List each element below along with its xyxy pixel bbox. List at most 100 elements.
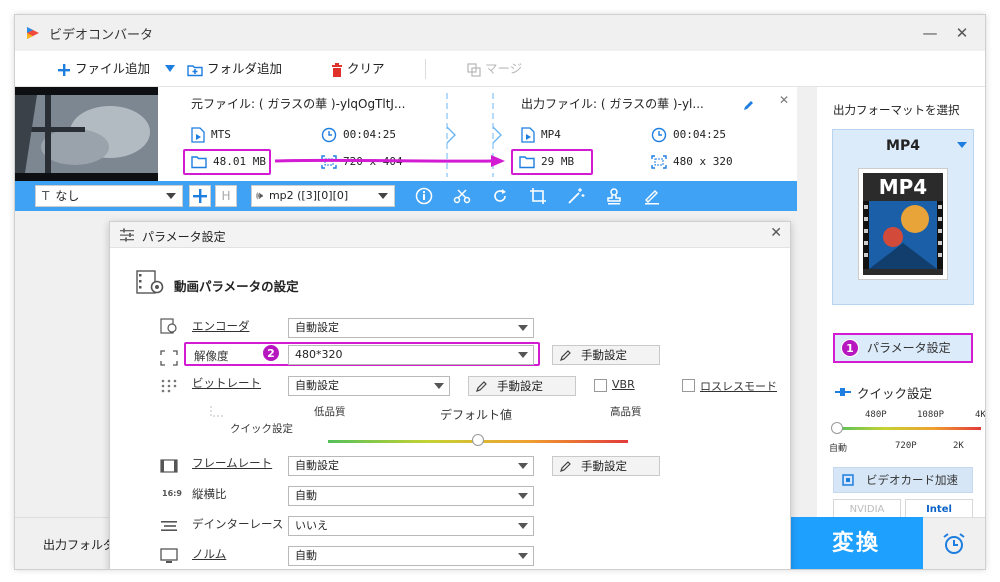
bitrate-label: ビットレート: [192, 376, 261, 390]
video-settings-icon: [136, 270, 164, 294]
remove-file-button[interactable]: ✕: [779, 93, 789, 107]
bitrate-value: 自動設定: [295, 379, 339, 392]
size-reduction-arrow: [274, 155, 505, 167]
audio-track-select[interactable]: 🕪 mp2 ([3][0][0]: [251, 185, 395, 207]
dialog-close-button[interactable]: ✕: [770, 225, 782, 241]
quick-settings-title: クイック設定: [857, 386, 933, 401]
framerate-select[interactable]: 自動設定: [288, 456, 534, 476]
pencil-icon: [560, 461, 571, 472]
dialog-header: パラメータ設定 ✕: [110, 222, 790, 248]
bitrate-manual-button[interactable]: 手動設定: [468, 376, 576, 396]
chevron-down-icon[interactable]: [957, 142, 967, 148]
bitrate-icon: [161, 379, 177, 393]
plus-icon: [58, 63, 70, 76]
quality-low-label: 低品質: [314, 406, 346, 418]
video-file-icon: [521, 127, 535, 143]
encoder-label: エンコーダ: [192, 319, 250, 333]
pencil-icon: [476, 381, 487, 392]
close-window-button[interactable]: ✕: [947, 21, 977, 45]
quick-settings-slider[interactable]: [837, 427, 981, 430]
quick-tick-4k: 4K: [975, 410, 986, 420]
add-file-dropdown-icon[interactable]: [165, 65, 175, 73]
chevron-down-icon: [166, 193, 176, 199]
output-format-title: 出力フォーマットを選択: [833, 103, 960, 117]
scissors-icon[interactable]: [453, 187, 471, 205]
format-thumbnail: MP4: [858, 168, 948, 280]
format-thumb-label: MP4: [878, 175, 928, 199]
output-folder-label: 出力フォルダ:: [43, 538, 120, 552]
merge-icon: [467, 62, 481, 77]
lossless-checkbox[interactable]: [682, 379, 695, 392]
speaker-icon: 🕪: [256, 189, 263, 202]
app-window: ビデオコンバータ — ✕ ファイル追加 フォルダ追加 クリア マージ 元ファイル…: [14, 14, 986, 570]
gpu-acceleration-button[interactable]: ビデオカード加速: [833, 467, 973, 493]
chevron-down-icon: [434, 383, 444, 389]
app-title: ビデオコンバータ: [49, 28, 154, 43]
format-name: MP4: [886, 138, 920, 154]
aspect-value: 自動: [295, 489, 317, 502]
monitor-icon: [160, 548, 178, 563]
framerate-manual-label: 手動設定: [581, 459, 627, 473]
add-subtitle-button[interactable]: [189, 185, 211, 207]
output-format-text: MP4: [541, 128, 561, 141]
bitrate-select[interactable]: 自動設定: [288, 376, 450, 396]
resolution-manual-label: 手動設定: [581, 348, 627, 362]
crop-icon[interactable]: [529, 187, 547, 205]
trash-icon: [332, 62, 342, 77]
film-icon: [160, 459, 178, 473]
convert-button[interactable]: 変換: [789, 517, 923, 569]
source-filename: 元ファイル: ( ガラスの華 )-ylqOgTltJ...: [191, 97, 406, 111]
edit-output-name-icon[interactable]: [743, 99, 755, 111]
video-thumbnail[interactable]: [15, 87, 158, 181]
quality-default-label: デフォルト値: [440, 408, 513, 422]
watermark-stamp-icon[interactable]: [605, 187, 623, 205]
folder-plus-icon: [187, 64, 203, 76]
minimize-button[interactable]: —: [915, 21, 945, 45]
chevron-down-icon: [518, 463, 528, 469]
output-format: MP4: [521, 127, 561, 143]
aspect-ratio-icon: 16:9: [162, 489, 182, 498]
hardsub-button[interactable]: H: [215, 185, 237, 207]
resolution-manual-button[interactable]: 手動設定: [552, 345, 660, 365]
encoder-value: 自動設定: [295, 321, 339, 334]
title-bar: ビデオコンバータ — ✕: [15, 15, 985, 51]
format-selector-card[interactable]: MP4 MP4: [832, 129, 974, 305]
resolution-select[interactable]: 480*320: [288, 345, 534, 365]
deinterlace-select[interactable]: いいえ: [288, 516, 534, 536]
framerate-manual-button[interactable]: 手動設定: [552, 456, 660, 476]
framerate-value: 自動設定: [295, 459, 339, 472]
quick-settings-icon: [835, 388, 851, 396]
resolution-value: 480*320: [295, 348, 343, 361]
deinterlace-label: デインターレース: [192, 517, 284, 531]
effects-wand-icon[interactable]: [567, 187, 585, 205]
subtitle-edit-icon[interactable]: [643, 187, 661, 205]
rotate-icon[interactable]: [491, 187, 509, 205]
source-duration-text: 00:04:25: [343, 128, 396, 141]
add-file-button[interactable]: ファイル追加: [57, 59, 150, 79]
aspect-select[interactable]: 自動: [288, 486, 534, 506]
subtitle-value: なし: [55, 189, 80, 203]
audio-track-value: mp2 ([3][0][0]: [268, 189, 349, 202]
subtitle-select[interactable]: T なし: [35, 185, 183, 207]
main-toolbar: ファイル追加 フォルダ追加 クリア マージ: [15, 51, 985, 87]
info-icon[interactable]: [415, 187, 433, 205]
quick-quality-label: クイック設定: [230, 423, 293, 435]
add-folder-button[interactable]: フォルダ追加: [187, 59, 282, 79]
output-resolution-text: 480 x 320: [673, 155, 733, 168]
quick-settings-knob[interactable]: [831, 422, 843, 434]
encoder-select[interactable]: 自動設定: [288, 318, 534, 338]
video-params-title: 動画パラメータの設定: [174, 279, 299, 294]
alarm-clock-icon[interactable]: [941, 531, 967, 557]
norm-select[interactable]: 自動: [288, 546, 534, 566]
merge-button[interactable]: マージ: [467, 59, 522, 79]
clock-icon: [651, 127, 667, 143]
clear-button[interactable]: クリア: [331, 59, 385, 79]
dialog-title: パラメータ設定: [142, 230, 226, 244]
vbr-checkbox[interactable]: [594, 379, 607, 392]
step-badge-1: 1: [841, 339, 859, 357]
clear-label: クリア: [347, 61, 385, 76]
quality-slider-knob[interactable]: [472, 434, 484, 446]
file-item[interactable]: 元ファイル: ( ガラスの華 )-ylqOgTltJ... MTS 00:04:…: [15, 87, 797, 181]
clock-icon: [321, 127, 337, 143]
encoder-icon: [160, 318, 177, 334]
